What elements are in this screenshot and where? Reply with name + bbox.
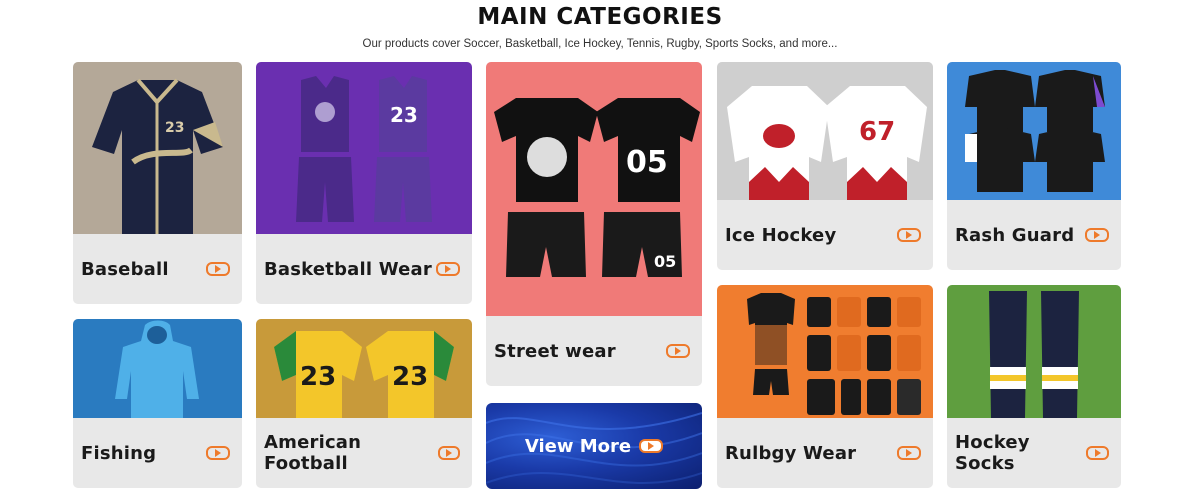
arrow-right-icon[interactable]	[437, 446, 460, 460]
view-more-button[interactable]: View More	[486, 403, 702, 489]
hockey-socks-image	[947, 285, 1121, 418]
category-label: Baseball	[81, 258, 169, 280]
category-card-ice-hockey[interactable]: 67 Ice Hockey	[717, 62, 933, 270]
category-card-rash-guard[interactable]: Rash Guard	[947, 62, 1121, 270]
page-subtitle: Our products cover Soccer, Basketball, I…	[362, 38, 838, 50]
category-label: Rulbgy Wear	[725, 442, 857, 464]
svg-text:05: 05	[654, 252, 676, 271]
arrow-right-icon[interactable]	[436, 262, 460, 276]
baseball-jersey-image: 23	[73, 62, 242, 234]
rugby-wear-set-image	[717, 285, 933, 418]
arrow-right-icon	[639, 439, 664, 453]
arrow-right-icon[interactable]	[206, 262, 230, 276]
category-card-hockey-socks[interactable]: Hockey Socks	[947, 285, 1121, 488]
svg-text:67: 67	[859, 117, 895, 147]
arrow-right-icon[interactable]	[1086, 446, 1109, 460]
category-card-american-football[interactable]: 23 23 American Football	[256, 319, 472, 488]
category-label: Hockey Socks	[955, 432, 1030, 474]
arrow-right-icon[interactable]	[897, 446, 921, 460]
ice-hockey-jersey-image: 67	[717, 62, 933, 200]
category-label: Ice Hockey	[725, 224, 837, 246]
arrow-right-icon[interactable]	[206, 446, 230, 460]
category-label: American Football	[264, 432, 362, 474]
svg-text:23: 23	[165, 120, 184, 136]
arrow-right-icon[interactable]	[666, 344, 690, 358]
category-card-fishing[interactable]: Fishing	[73, 319, 242, 488]
arrow-right-icon[interactable]	[897, 228, 921, 242]
category-card-baseball[interactable]: 23 Baseball	[73, 62, 242, 304]
page-title: MAIN CATEGORIES	[477, 4, 723, 30]
arrow-right-icon[interactable]	[1085, 228, 1109, 242]
svg-text:23: 23	[300, 362, 336, 392]
svg-text:23: 23	[392, 362, 428, 392]
category-label: Street wear	[494, 340, 616, 362]
basketball-uniform-image: 23	[256, 62, 472, 234]
svg-text:23: 23	[390, 103, 418, 127]
fishing-hoodie-image	[73, 319, 242, 418]
category-card-basketball-wear[interactable]: 23 Basketball Wear	[256, 62, 472, 304]
category-label: Rash Guard	[955, 224, 1075, 246]
category-card-street-wear[interactable]: 05 05 Street wear	[486, 62, 702, 386]
svg-text:05: 05	[626, 145, 668, 180]
category-card-rugby-wear[interactable]: Rulbgy Wear	[717, 285, 933, 488]
view-more-label: View More	[524, 435, 632, 457]
category-label: Fishing	[81, 442, 157, 464]
american-football-jersey-image: 23 23	[256, 319, 472, 418]
category-label: Basketball Wear	[264, 258, 432, 280]
rash-guard-image	[947, 62, 1121, 200]
streetwear-set-image: 05 05	[486, 62, 702, 316]
